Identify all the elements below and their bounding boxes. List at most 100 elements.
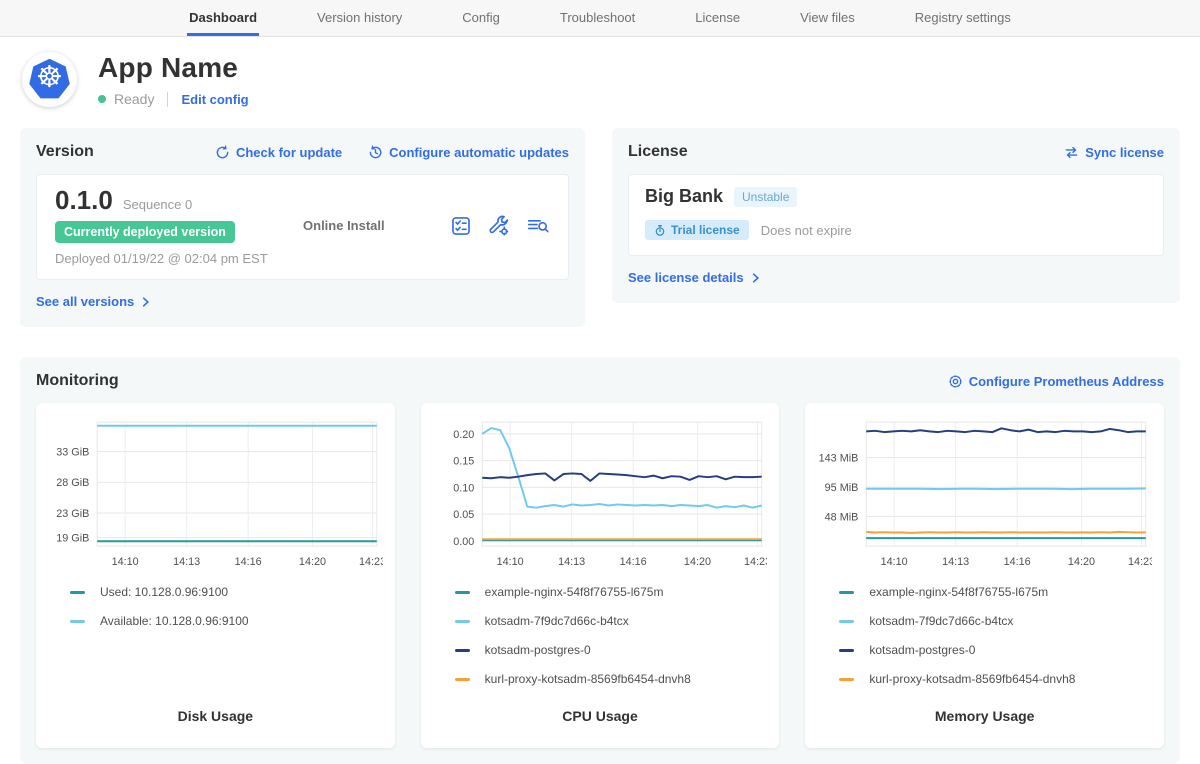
legend-swatch [455, 591, 470, 594]
see-license-details-link[interactable]: See license details [628, 270, 761, 285]
legend-swatch [70, 591, 85, 594]
tab-troubleshoot[interactable]: Troubleshoot [558, 0, 637, 36]
edit-config-link[interactable]: Edit config [181, 92, 248, 107]
chevron-right-icon [750, 272, 761, 284]
legend-item: kotsadm-postgres-0 [839, 643, 1152, 657]
chart-plot: 48 MiB95 MiB143 MiB14:1014:1314:1614:201… [817, 415, 1152, 573]
see-all-versions-link[interactable]: See all versions [36, 294, 151, 309]
tab-version-history[interactable]: Version history [315, 0, 404, 36]
svg-text:14:10: 14:10 [112, 556, 139, 568]
svg-text:14:10: 14:10 [496, 556, 523, 568]
tab-dashboard[interactable]: Dashboard [187, 0, 259, 36]
legend-label: kotsadm-7f9dc7d66c-b4tcx [485, 614, 629, 628]
legend-item: kurl-proxy-kotsadm-8569fb6454-dnvh8 [455, 672, 768, 686]
edit-config-version-button[interactable] [488, 215, 510, 237]
legend-item: example-nginx-54f8f76755-l675m [839, 585, 1152, 599]
nav-tabs: Dashboard Version history Config Trouble… [187, 0, 1013, 36]
svg-text:33 GiB: 33 GiB [56, 447, 89, 459]
chart-legend: Used: 10.128.0.96:9100Available: 10.128.… [48, 585, 383, 643]
sync-icon [1064, 145, 1079, 160]
chart-title: Memory Usage [817, 708, 1152, 732]
chart-card-cpu: 0.000.050.100.150.2014:1014:1314:1614:20… [421, 403, 780, 748]
charts-row: 19 GiB23 GiB28 GiB33 GiB14:1014:1314:161… [36, 403, 1164, 748]
chart-title: Disk Usage [48, 708, 383, 732]
legend-item: kotsadm-7f9dc7d66c-b4tcx [839, 614, 1152, 628]
top-cards-row: Version Check for update Configure autom… [20, 128, 1180, 327]
version-number: 0.1.0 [55, 185, 113, 216]
legend-label: example-nginx-54f8f76755-l675m [869, 585, 1048, 599]
svg-text:14:23: 14:23 [359, 556, 383, 568]
legend-item: Used: 10.128.0.96:9100 [70, 585, 383, 599]
legend-swatch [455, 678, 470, 681]
checklist-icon [450, 215, 472, 237]
svg-text:95 MiB: 95 MiB [825, 482, 859, 494]
legend-swatch [839, 620, 854, 623]
logs-search-icon [526, 215, 550, 237]
tab-view-files[interactable]: View files [798, 0, 857, 36]
legend-item: kotsadm-postgres-0 [455, 643, 768, 657]
configure-prometheus-link[interactable]: Configure Prometheus Address [948, 374, 1164, 389]
tab-license[interactable]: License [693, 0, 742, 36]
svg-text:14:16: 14:16 [1004, 556, 1031, 568]
legend-label: kotsadm-postgres-0 [869, 643, 975, 657]
legend-swatch [839, 678, 854, 681]
legend-label: Used: 10.128.0.96:9100 [100, 585, 228, 599]
stopwatch-icon [654, 224, 666, 237]
svg-text:14:23: 14:23 [744, 556, 768, 568]
gear-icon [948, 374, 963, 389]
legend-swatch [70, 620, 85, 623]
svg-text:14:13: 14:13 [173, 556, 200, 568]
svg-text:14:13: 14:13 [558, 556, 585, 568]
tab-config[interactable]: Config [460, 0, 502, 36]
chevron-right-icon [140, 296, 151, 308]
legend-swatch [455, 649, 470, 652]
sync-license-link[interactable]: Sync license [1064, 145, 1164, 160]
divider [167, 92, 168, 107]
deployed-date: Deployed 01/19/22 @ 02:04 pm EST [55, 251, 268, 266]
legend-label: kotsadm-postgres-0 [485, 643, 591, 657]
legend-item: kotsadm-7f9dc7d66c-b4tcx [455, 614, 768, 628]
svg-text:0.10: 0.10 [453, 482, 474, 494]
channel-badge: Unstable [734, 187, 797, 207]
svg-text:14:16: 14:16 [235, 556, 262, 568]
legend-label: kurl-proxy-kotsadm-8569fb6454-dnvh8 [869, 672, 1075, 686]
status-badge: Ready [114, 91, 154, 107]
top-nav: Dashboard Version history Config Trouble… [0, 0, 1200, 37]
legend-item: kurl-proxy-kotsadm-8569fb6454-dnvh8 [839, 672, 1152, 686]
chart-card-memory: 48 MiB95 MiB143 MiB14:1014:1314:1614:201… [805, 403, 1164, 748]
kubernetes-heptagon: ☸ [27, 57, 72, 102]
check-for-update-link[interactable]: Check for update [215, 145, 342, 160]
license-info-box: Big Bank Unstable Trial license Does not… [628, 174, 1164, 256]
svg-text:48 MiB: 48 MiB [825, 511, 859, 523]
app-logo: ☸ [22, 52, 77, 107]
license-expiry: Does not expire [761, 223, 852, 238]
tab-registry-settings[interactable]: Registry settings [913, 0, 1013, 36]
license-card: License Sync license Big Bank Unstable T… [612, 128, 1180, 303]
legend-label: kurl-proxy-kotsadm-8569fb6454-dnvh8 [485, 672, 691, 686]
svg-text:0.15: 0.15 [453, 456, 474, 468]
svg-text:14:20: 14:20 [1068, 556, 1095, 568]
version-card: Version Check for update Configure autom… [20, 128, 585, 327]
page-title: App Name [98, 52, 249, 84]
svg-text:14:20: 14:20 [684, 556, 711, 568]
current-version-box: 0.1.0 Sequence 0 Currently deployed vers… [36, 174, 569, 280]
deployed-version-badge: Currently deployed version [55, 221, 235, 243]
svg-text:0.20: 0.20 [453, 429, 474, 441]
preflight-checks-button[interactable] [450, 215, 472, 237]
legend-label: example-nginx-54f8f76755-l675m [485, 585, 664, 599]
chart-legend: example-nginx-54f8f76755-l675m kotsadm-7f… [817, 585, 1152, 701]
wrench-gear-icon [488, 215, 510, 237]
svg-text:0.00: 0.00 [453, 536, 474, 548]
configure-automatic-updates-link[interactable]: Configure automatic updates [368, 145, 569, 160]
view-logs-button[interactable] [526, 215, 550, 237]
svg-text:14:23: 14:23 [1128, 556, 1152, 568]
legend-label: kotsadm-7f9dc7d66c-b4tcx [869, 614, 1013, 628]
schedule-icon [368, 145, 383, 160]
legend-swatch [455, 620, 470, 623]
status-dot [98, 95, 106, 103]
kubernetes-wheel-icon: ☸ [36, 63, 63, 93]
monitoring-title: Monitoring [36, 372, 119, 390]
version-sequence: Sequence 0 [123, 197, 192, 212]
svg-text:14:20: 14:20 [299, 556, 326, 568]
svg-text:14:16: 14:16 [619, 556, 646, 568]
